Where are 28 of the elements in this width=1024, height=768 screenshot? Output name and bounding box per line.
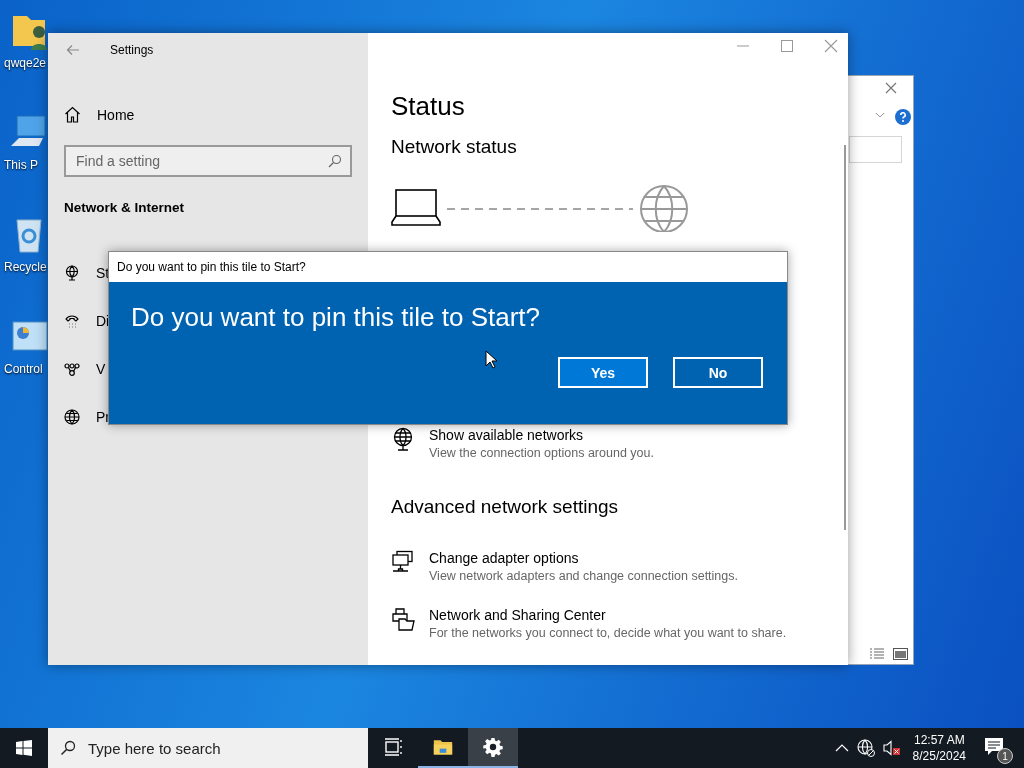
desktop-icon-label[interactable]: qwqe2e bbox=[0, 56, 47, 70]
dialog-title: Do you want to pin this tile to Start? bbox=[117, 260, 306, 274]
dialog-button[interactable]: Yes bbox=[558, 357, 648, 388]
nav-item[interactable]: St bbox=[96, 265, 110, 281]
desktop-icon-label[interactable]: This P bbox=[0, 158, 38, 172]
link-description: View network adapters and change connection settings. bbox=[429, 569, 738, 583]
section-heading: Network & Internet bbox=[64, 200, 186, 215]
home-link[interactable]: Home bbox=[97, 106, 135, 123]
dialog-message: Do you want to pin this tile to Start? bbox=[131, 302, 541, 333]
link-description: For the networks you connect to, decide what you want to share. bbox=[429, 626, 787, 640]
section-heading: Advanced network settings bbox=[391, 496, 620, 518]
nav-item[interactable]: Di bbox=[96, 313, 110, 329]
settings-link[interactable]: Network and Sharing Center bbox=[429, 607, 787, 623]
taskbar-search-field[interactable]: Type here to search bbox=[48, 728, 368, 768]
settings-link[interactable]: Change adapter options bbox=[429, 550, 738, 566]
desktop-icon-label[interactable]: Control bbox=[0, 362, 43, 376]
settings-link[interactable]: Show available networks bbox=[429, 427, 654, 443]
search-field[interactable]: Find a setting bbox=[64, 145, 352, 177]
link-description: View the connection options around you. bbox=[429, 446, 654, 460]
clock-time[interactable]: 12:57 AM bbox=[913, 732, 965, 748]
dialog-button[interactable]: No bbox=[673, 357, 763, 388]
nav-item[interactable]: V bbox=[96, 361, 106, 377]
desktop-icon-label[interactable]: Recycle bbox=[0, 260, 47, 274]
window-title: Settings bbox=[110, 42, 154, 57]
section-heading: Network status bbox=[391, 136, 518, 158]
page-title: Status bbox=[391, 91, 466, 122]
notification-count: 1 bbox=[997, 748, 1013, 764]
clock-date[interactable]: 8/25/2024 bbox=[912, 748, 966, 764]
